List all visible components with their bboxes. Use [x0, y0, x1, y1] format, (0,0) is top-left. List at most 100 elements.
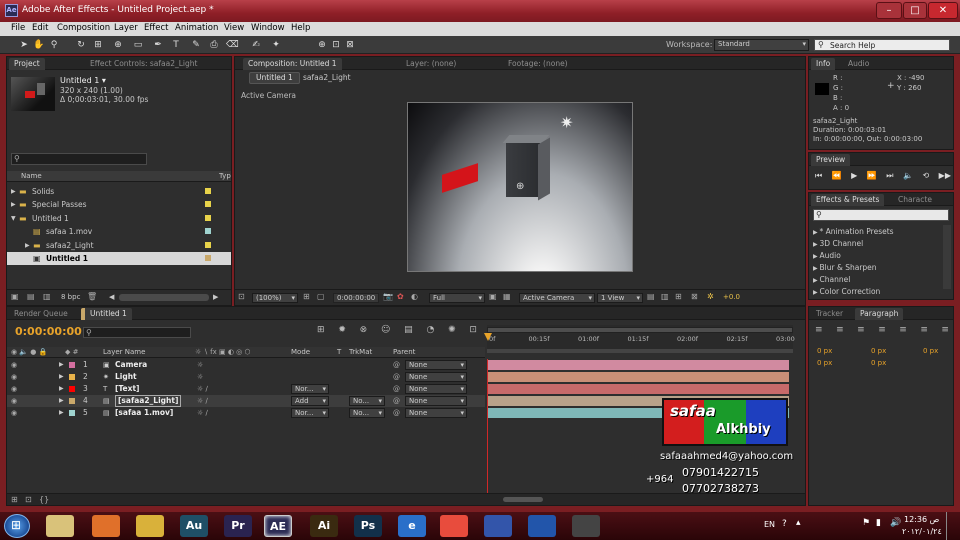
puppet-pin-tool-icon[interactable]: ✦ [270, 39, 282, 51]
toggle-pixel-aspect-icon[interactable]: ▤ [647, 292, 655, 301]
parent-select[interactable]: None [405, 384, 467, 394]
parent-select[interactable]: None [405, 360, 467, 370]
timeline-layer-row[interactable]: ◉ ▶ 2 ✷ Light ☼ @ None [7, 371, 485, 383]
network-tray-icon[interactable]: ▮ [876, 518, 881, 528]
workspace-select[interactable]: Standard [714, 39, 809, 51]
label-color-swatch[interactable] [205, 188, 211, 194]
close-button[interactable]: ✕ [928, 2, 958, 19]
column-t[interactable]: T [337, 348, 341, 356]
taskbar-app-button[interactable] [92, 515, 120, 537]
work-area-bar[interactable] [487, 327, 793, 333]
menu-help[interactable]: Help [291, 23, 310, 33]
color-icon[interactable]: ◐ [411, 292, 418, 301]
align-left-icon[interactable]: ≡ [815, 325, 823, 335]
tab-footage[interactable]: Footage: (none) [503, 58, 573, 70]
parent-select[interactable]: None [405, 396, 467, 406]
align-center-icon[interactable]: ≡ [836, 325, 844, 335]
layer-switches[interactable]: ☼ ∕ [197, 407, 208, 419]
taskbar-app-button[interactable]: Ps [354, 515, 382, 537]
always-preview-icon[interactable]: ⊡ [238, 292, 245, 301]
show-desktop-button[interactable] [946, 512, 960, 540]
align-right-icon[interactable]: ≡ [857, 325, 865, 335]
channel-icon[interactable]: ✿ [397, 292, 404, 301]
volume-tray-icon[interactable]: 🔊 [890, 518, 901, 528]
rotate-tool-icon[interactable]: ↻ [75, 39, 87, 51]
clock-time[interactable]: 12:36 ص [904, 515, 939, 524]
project-item[interactable]: ▤ safaa 1.mov [7, 225, 231, 238]
shy-icon[interactable]: ☺ [381, 325, 390, 335]
expand-arrow-icon[interactable]: ▶ [25, 239, 30, 252]
taskbar-app-button[interactable]: Au [180, 515, 208, 537]
parent-pickwhip-icon[interactable]: @ [393, 395, 400, 407]
space-before-value[interactable]: 0 px [817, 359, 832, 367]
menu-layer[interactable]: Layer [114, 23, 138, 33]
zoom-tool-icon[interactable]: ⚲ [48, 39, 60, 51]
mask-icon[interactable]: ▢ [317, 292, 325, 301]
tab-layer[interactable]: Layer: (none) [401, 58, 461, 70]
eraser-tool-icon[interactable]: ⌫ [226, 39, 239, 51]
expand-arrow-icon[interactable]: ▶ [59, 371, 64, 383]
fast-preview-icon[interactable]: ▥ [661, 292, 669, 301]
visibility-eye-icon[interactable]: ◉ [11, 395, 17, 407]
label-color-swatch[interactable] [205, 228, 211, 235]
interpret-footage-icon[interactable]: ▣ [11, 292, 19, 301]
parent-pickwhip-icon[interactable]: @ [393, 371, 400, 383]
resolution-select[interactable]: Full [429, 293, 485, 303]
layer-switches[interactable]: ☼ [197, 371, 203, 383]
visibility-eye-icon[interactable]: ◉ [11, 359, 17, 371]
expand-arrow-icon[interactable]: ▶ [59, 395, 64, 407]
taskbar-app-button[interactable]: Pr [224, 515, 252, 537]
view-layout-select[interactable]: 1 View [597, 293, 643, 303]
layer-duration-bar[interactable] [487, 372, 789, 382]
view-axis-icon[interactable]: ⊠ [344, 39, 356, 51]
audio-icon[interactable]: 🔈 [903, 171, 913, 181]
parent-pickwhip-icon[interactable]: @ [393, 407, 400, 419]
layer-label-color[interactable] [69, 386, 75, 392]
expand-arrow-icon[interactable]: ▶ [11, 198, 16, 211]
comp-subtab[interactable]: Untitled 1 [249, 72, 300, 84]
type-tool-icon[interactable]: T [170, 39, 182, 51]
toggle-in-out-icon[interactable]: {} [39, 495, 49, 504]
label-color-swatch[interactable] [205, 241, 211, 248]
start-button[interactable]: ⊞ [4, 514, 30, 538]
layer-name[interactable]: [Text] [115, 383, 140, 395]
clock-date[interactable]: ٢٠١٢/٠١/٢٤ [902, 527, 942, 536]
local-axis-icon[interactable]: ⊕ [316, 39, 328, 51]
prev-frame-icon[interactable]: ⏪ [832, 171, 842, 181]
effects-v-scrollbar[interactable] [943, 225, 951, 289]
taskbar-app-button[interactable]: e [398, 515, 426, 537]
menu-view[interactable]: View [224, 23, 244, 33]
menu-edit[interactable]: Edit [32, 23, 48, 33]
anchor-point-icon[interactable]: ⊕ [516, 181, 524, 192]
comp-mini-flowchart-icon[interactable]: ⊞ [317, 325, 325, 335]
project-search-input[interactable]: ⚲ [11, 153, 147, 165]
column-name[interactable]: Name [21, 172, 42, 180]
comp-viewport[interactable]: ✷ ⊕ [407, 102, 633, 272]
tab-paragraph[interactable]: Paragraph [855, 308, 904, 320]
blend-mode-select[interactable]: Nor... [291, 408, 329, 418]
taskbar-app-button[interactable] [440, 515, 468, 537]
timeline-current-time[interactable]: 0:00:00:00 [15, 325, 82, 338]
layer-switches[interactable]: ☼ [197, 359, 203, 371]
visibility-eye-icon[interactable]: ◉ [11, 407, 17, 419]
layer-label-color[interactable] [69, 398, 75, 404]
rectangle-tool-icon[interactable]: ▭ [132, 39, 144, 51]
project-item[interactable]: ▶ ▬ Solids [7, 185, 231, 198]
flowchart-icon[interactable]: ⊠ [691, 292, 698, 301]
visibility-eye-icon[interactable]: ◉ [11, 371, 17, 383]
layer-label-color[interactable] [69, 410, 75, 416]
expand-arrow-icon[interactable]: ▶ [11, 185, 16, 198]
menu-effect[interactable]: Effect [144, 23, 168, 33]
camera-tool-icon[interactable]: ⊞ [92, 39, 104, 51]
zoom-slider[interactable] [503, 497, 543, 502]
layer-name[interactable]: [safaa 1.mov] [115, 407, 173, 419]
column-parent[interactable]: Parent [393, 348, 415, 356]
minimize-button[interactable]: – [876, 2, 902, 19]
pen-tool-icon[interactable]: ✒ [152, 39, 164, 51]
indent-right-value[interactable]: 0 px [871, 347, 886, 355]
tab-render-queue[interactable]: Render Queue [9, 308, 73, 320]
exposure-icon[interactable]: ✲ [707, 292, 714, 301]
pan-behind-tool-icon[interactable]: ⊕ [112, 39, 124, 51]
label-color-swatch[interactable] [205, 214, 211, 221]
layer-label-color[interactable] [69, 374, 75, 380]
